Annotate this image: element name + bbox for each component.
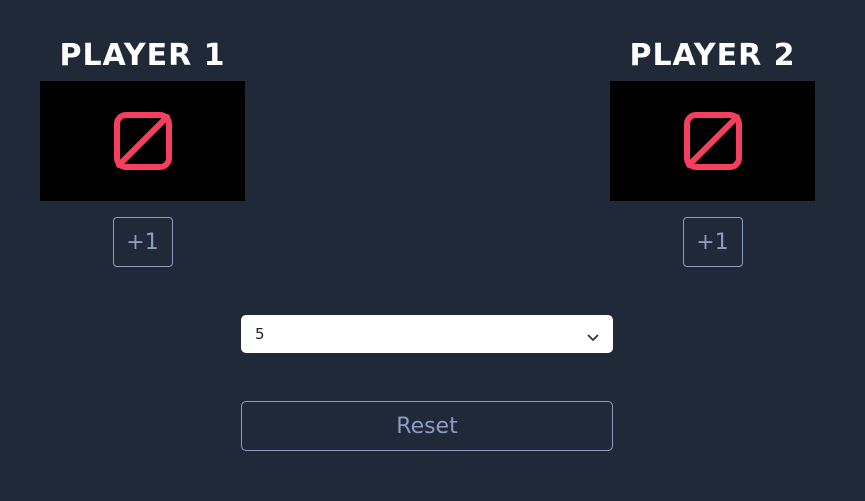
player-1-score-display (40, 81, 245, 201)
winning-score-select[interactable]: 5 (241, 315, 613, 353)
player-2-plus-one-button[interactable]: +1 (682, 217, 743, 267)
chevron-down-icon (587, 328, 599, 347)
player-1-plus-one-button[interactable]: +1 (112, 217, 173, 267)
player-2-score-display (610, 81, 815, 201)
player-2-title: PLAYER 2 (629, 38, 796, 73)
player-1-title: PLAYER 1 (59, 38, 226, 73)
player-2-panel: PLAYER 2 +1 (610, 36, 815, 267)
reset-button[interactable]: Reset (241, 401, 613, 451)
no-symbol-icon (113, 111, 173, 171)
winning-score-select-value: 5 (255, 325, 265, 343)
no-symbol-icon (683, 111, 743, 171)
player-1-panel: PLAYER 1 +1 (40, 36, 245, 267)
